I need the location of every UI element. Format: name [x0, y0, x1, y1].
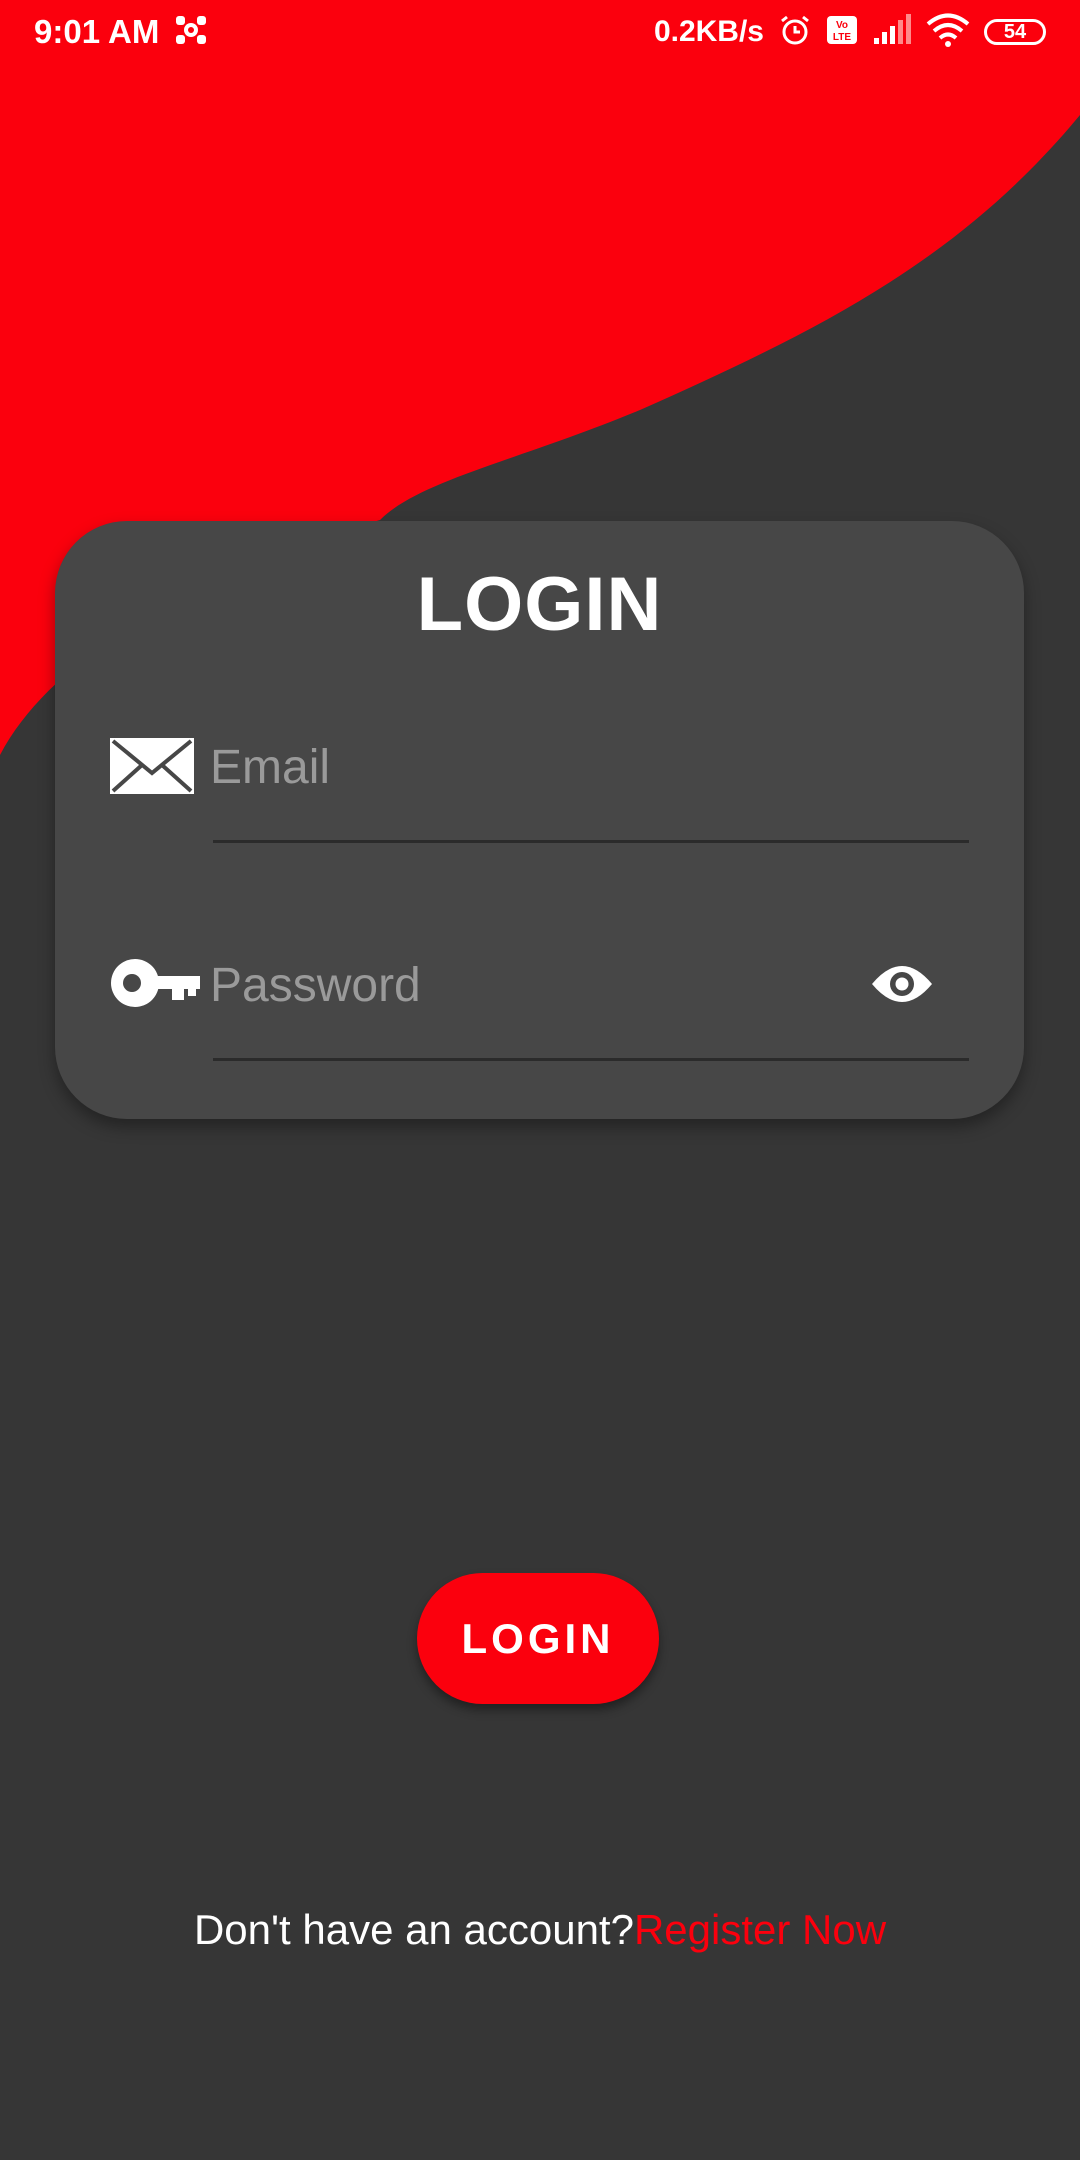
register-now-link[interactable]: Register Now — [634, 1906, 886, 1953]
email-input[interactable] — [208, 716, 872, 818]
login-button[interactable]: LOGIN — [417, 1573, 659, 1704]
email-underline — [213, 840, 969, 843]
envelope-icon — [110, 738, 194, 799]
battery-level: 54 — [1003, 20, 1027, 43]
eye-icon[interactable] — [870, 961, 934, 1012]
app-notification-icon — [173, 12, 209, 53]
battery-icon: 54 — [984, 19, 1046, 45]
key-icon — [110, 958, 200, 1013]
password-field-row — [55, 924, 1024, 1061]
svg-text:LTE: LTE — [833, 32, 851, 43]
wifi-icon — [926, 13, 970, 52]
alarm-icon — [778, 13, 812, 52]
register-row: Don't have an account?Register Now — [0, 1906, 1080, 1954]
email-field-row — [55, 706, 1024, 843]
signal-icon — [872, 13, 912, 51]
login-title: LOGIN — [416, 562, 663, 647]
volte-icon: Vo LTE — [826, 15, 858, 50]
login-card: LOGIN — [55, 521, 1024, 1119]
network-speed: 0.2KB/s — [653, 15, 764, 48]
status-bar: 9:01 AM 0.2KB/s Vo LTE 54 — [0, 0, 1080, 64]
status-time: 9:01 AM — [34, 13, 160, 50]
register-prompt: Don't have an account? — [193, 1906, 634, 1953]
svg-text:Vo: Vo — [836, 20, 848, 31]
password-input[interactable] — [208, 934, 872, 1036]
password-underline — [213, 1058, 969, 1061]
